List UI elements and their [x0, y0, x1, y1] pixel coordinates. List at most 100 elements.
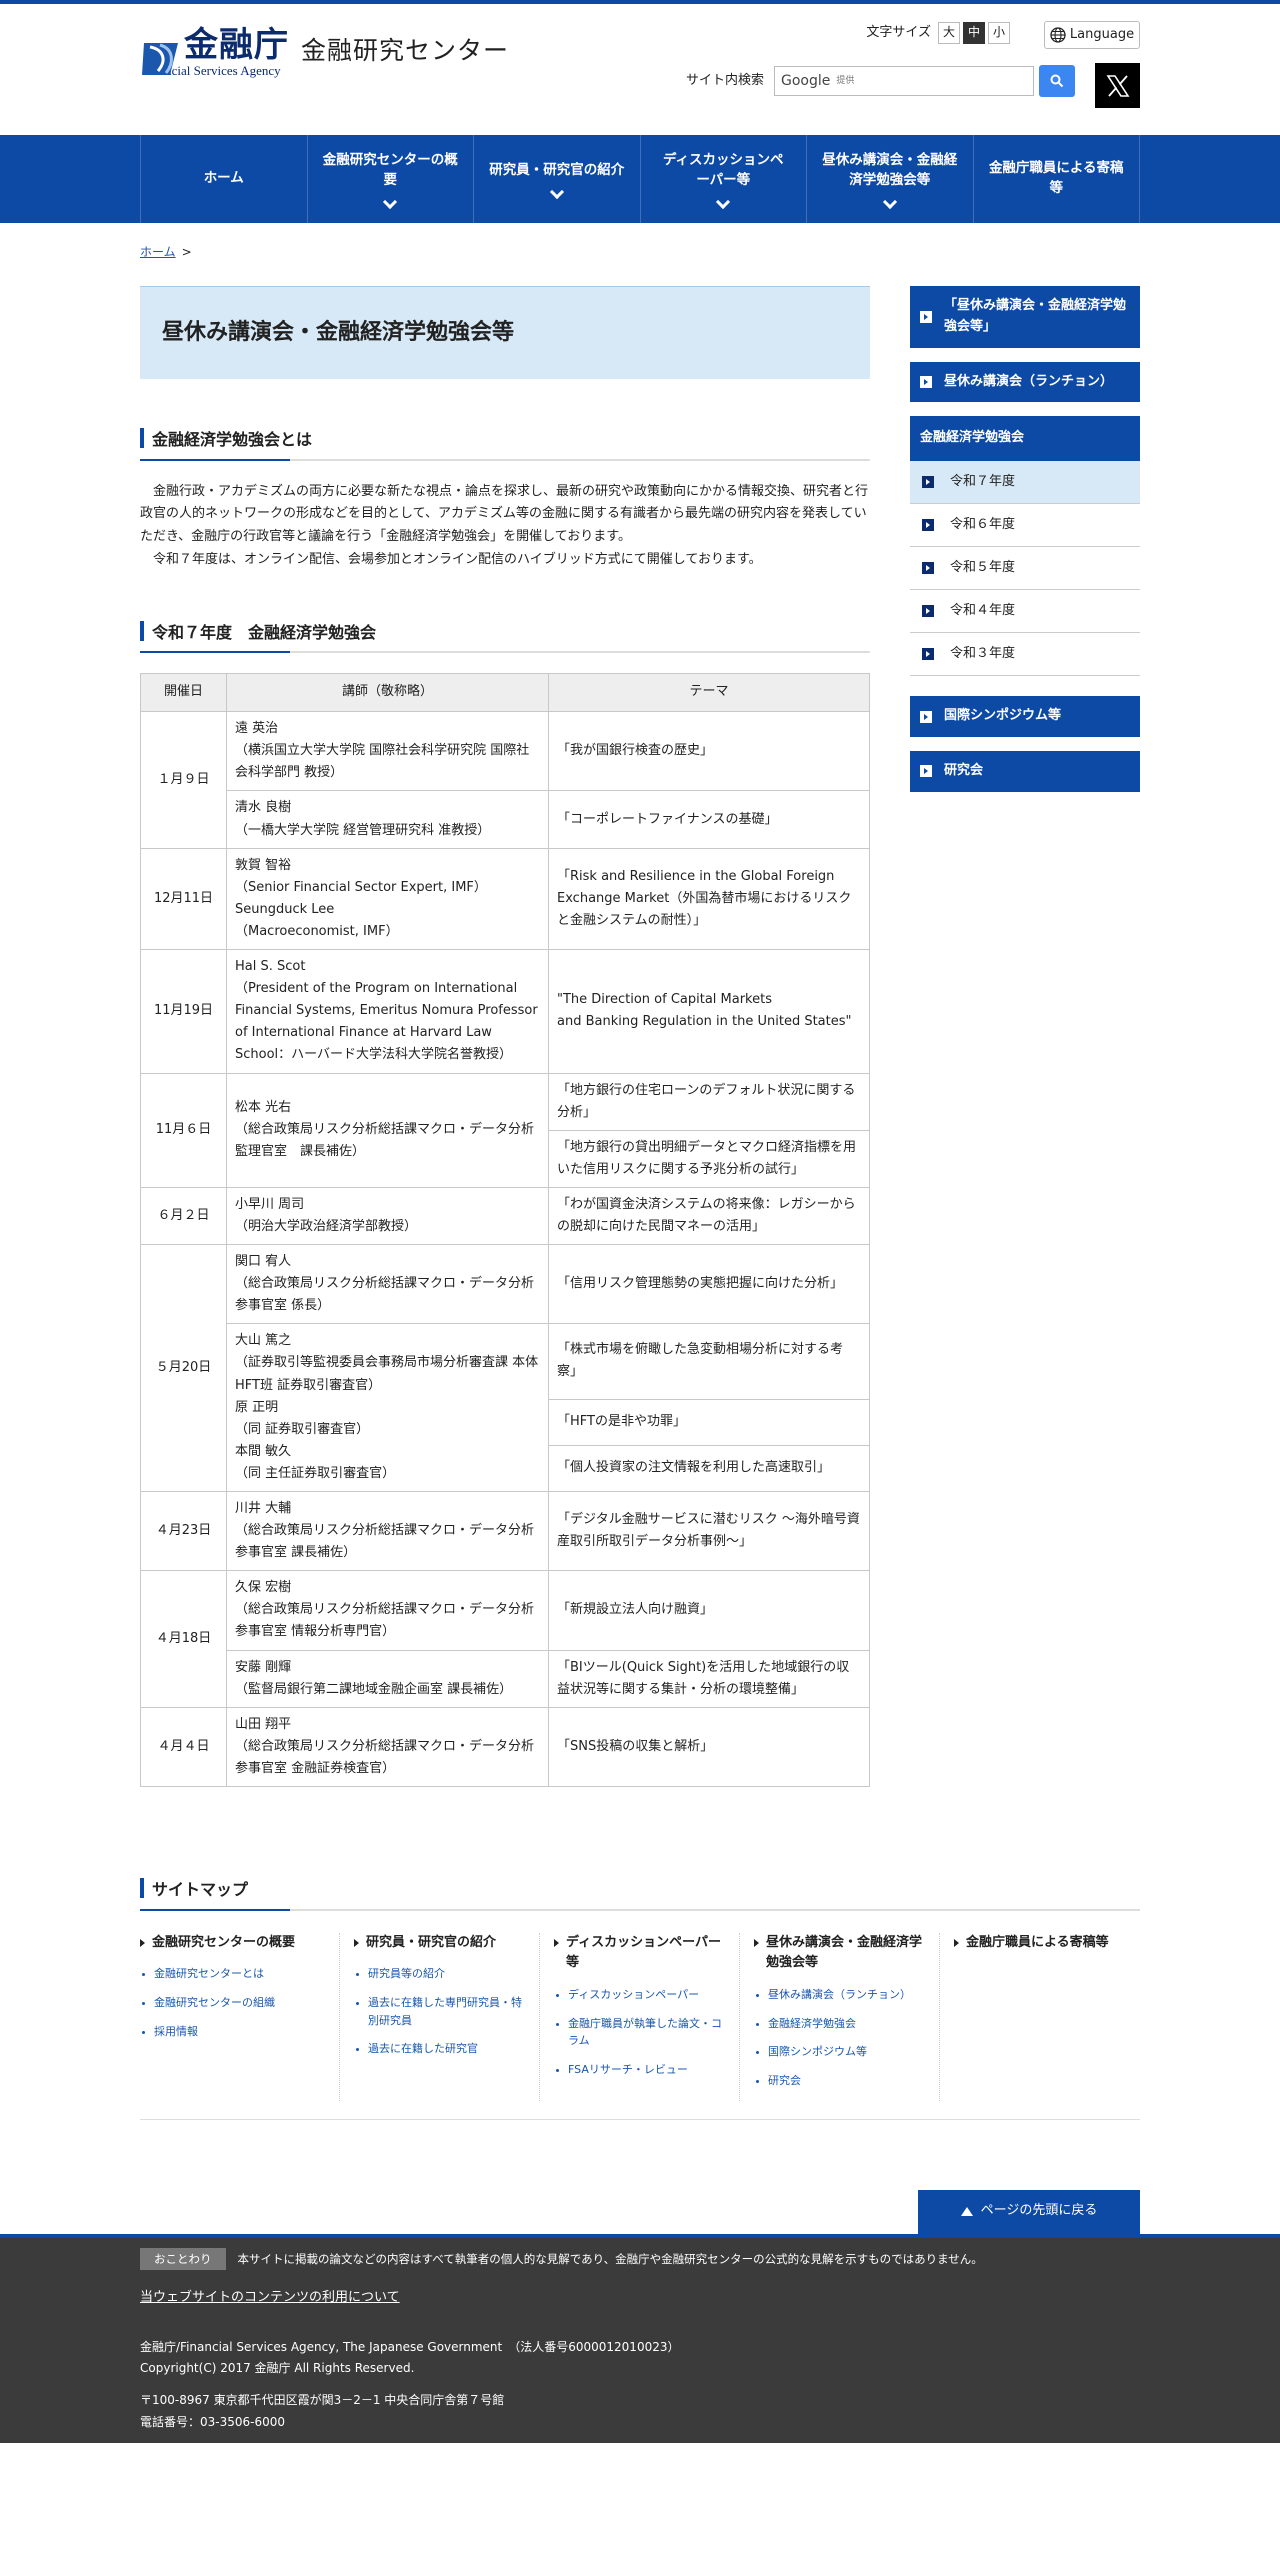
google-brand: Google: [781, 72, 831, 89]
table-row: ６月２日 小早川 周司 （明治大学政治経済学部教授） 「わが国資金決済システムの…: [140, 1186, 870, 1246]
section-heading-about: 金融経済学勉強会とは: [140, 427, 870, 461]
font-size-large-button[interactable]: 大: [938, 22, 960, 44]
sitemap-link-text[interactable]: ディスカッションペーパー: [568, 1988, 699, 2001]
nav-researchers[interactable]: 研究員・研究官の紹介: [474, 135, 641, 223]
page-title: 昼休み講演会・金融経済学勉強会等: [140, 286, 870, 379]
table-row: 11月６日 松本 光右 （総合政策局リスク分析総括課マクロ・データ分析監理官室 …: [140, 1072, 870, 1188]
sitemap-link-text[interactable]: 金融庁職員が執筆した論文・コラム: [568, 2017, 722, 2048]
sitemap-link[interactable]: 過去に在籍した専門研究員・特別研究員: [354, 1994, 529, 2029]
font-size-small-button[interactable]: 小: [988, 22, 1010, 44]
sitemap-link[interactable]: 金融庁職員が執筆した論文・コラム: [554, 2015, 729, 2050]
sitemap-link[interactable]: 過去に在籍した研究官: [354, 2040, 529, 2058]
sidebar-year-r5[interactable]: 令和５年度: [910, 547, 1140, 591]
sitemap-link[interactable]: 金融研究センターとは: [140, 1965, 329, 1983]
sitemap-col-head[interactable]: 研究員・研究官の紹介: [354, 1933, 529, 1954]
sidebar-symposium[interactable]: 国際シンポジウム等: [910, 696, 1140, 737]
sitemap-col-contributions: 金融庁職員による寄稿等: [940, 1933, 1140, 2101]
search-input[interactable]: Google 提供: [774, 66, 1034, 96]
about-paragraph-2: 令和７年度は、オンライン配信、会場参加とオンライン配信のハイブリッド方式にて開催…: [153, 551, 762, 567]
breadcrumb-separator: >: [181, 245, 192, 259]
sitemap-link[interactable]: 昼休み講演会（ランチョン）: [754, 1986, 929, 2004]
site-name: 金融研究センター: [301, 35, 510, 65]
nav-discussion-papers[interactable]: ディスカッションペーパー等: [641, 135, 807, 223]
footer: おことわり 本サイトに掲載の論文などの内容はすべて執筆者の個人的な見解であり、金…: [0, 2233, 1280, 2444]
arrow-up-icon: [960, 2207, 973, 2217]
col-theme: テーマ: [548, 673, 870, 713]
sitemap-link-text[interactable]: 採用情報: [154, 2025, 198, 2038]
sitemap-heading: サイトマップ: [140, 1877, 1140, 1911]
sitemap-link-text[interactable]: 研究員等の紹介: [368, 1967, 445, 1980]
nav-contributions[interactable]: 金融庁職員による寄稿等: [974, 135, 1140, 223]
language-button[interactable]: Language: [1044, 21, 1140, 49]
theme-cell: 「HFTの是非や功罪」: [548, 1398, 870, 1446]
nav-home[interactable]: ホーム: [141, 135, 308, 223]
sitemap-link-text[interactable]: 研究会: [768, 2074, 801, 2087]
chevron-down-icon: [716, 194, 731, 209]
date-cell: １月９日: [140, 711, 227, 849]
search-button[interactable]: [1039, 65, 1075, 97]
sidebar-workshop[interactable]: 研究会: [910, 750, 1140, 792]
sitemap-link-text[interactable]: 金融研究センターの組織: [154, 1996, 275, 2009]
font-size-medium-button[interactable]: 中: [963, 22, 985, 44]
page-top-label: ページの先頭に戻る: [980, 2203, 1098, 2219]
sidebar-luncheon[interactable]: 昼休み講演会（ランチョン）: [910, 361, 1140, 403]
sidebar-year-r4[interactable]: 令和４年度: [910, 590, 1140, 634]
sitemap-col-head[interactable]: 金融庁職員による寄稿等: [954, 1933, 1130, 1954]
sidebar: 「昼休み講演会・金融経済学勉強会等」 昼休み講演会（ランチョン） 金融経済学勉強…: [910, 223, 1140, 1787]
fsa-logo[interactable]: 金融庁 Financial Services Agency 金融研究センター: [140, 28, 509, 79]
x-social-button[interactable]: [1095, 63, 1140, 108]
terms-link[interactable]: 当ウェブサイトのコンテンツの利用について: [140, 2290, 400, 2305]
theme-cell: 「BIツール(Quick Sight)を活用した地域銀行の収益状況等に関する集計…: [548, 1649, 870, 1708]
date-cell: ４月18日: [140, 1570, 227, 1708]
sitemap-link[interactable]: 金融研究センターの組織: [140, 1994, 329, 2012]
sitemap-col-head[interactable]: 昼休み講演会・金融経済学勉強会等: [754, 1933, 929, 1975]
table-row: ５月20日 関口 宥人 （総合政策局リスク分析総括課マクロ・データ分析参事官室 …: [140, 1244, 870, 1492]
sitemap-link[interactable]: 採用情報: [140, 2023, 329, 2041]
sidebar-seminars-top[interactable]: 「昼休み講演会・金融経済学勉強会等」: [910, 286, 1140, 348]
col-date: 開催日: [140, 673, 227, 713]
table-row: 大山 篤之 （証券取引等監視委員会事務局市場分析審査課 本体HFT班 証券取引審…: [141, 1323, 870, 1492]
sidebar-year-label: 令和６年度: [950, 516, 1016, 532]
nav-label: 金融研究センターの概要: [322, 152, 458, 188]
sitemap-link-text[interactable]: 国際シンポジウム等: [768, 2045, 867, 2058]
sitemap-link-text[interactable]: 金融経済学勉強会: [768, 2017, 856, 2030]
breadcrumb: ホーム >: [140, 223, 870, 286]
footer-org: 金融庁/Financial Services Agency, The Japan…: [140, 2339, 680, 2354]
page-top-button[interactable]: ページの先頭に戻る: [918, 2189, 1140, 2234]
sitemap-link-text[interactable]: 昼休み講演会（ランチョン）: [768, 1988, 911, 2001]
sitemap-link[interactable]: 研究会: [754, 2072, 929, 2090]
globe-icon: [1050, 27, 1066, 43]
sidebar-year-r6[interactable]: 令和６年度: [910, 504, 1140, 548]
sitemap-link[interactable]: 国際シンポジウム等: [754, 2043, 929, 2061]
sidebar-year-r3[interactable]: 令和３年度: [910, 633, 1140, 677]
arrow-square-icon: [922, 562, 934, 575]
theme-cell: 「わが国資金決済システムの将来像：レガシーからの脱却に向けた民間マネーの活用」: [548, 1186, 870, 1246]
arrow-square-icon: [922, 519, 934, 532]
chevron-down-icon: [383, 194, 398, 209]
sitemap-col-head[interactable]: 金融研究センターの概要: [140, 1933, 329, 1954]
breadcrumb-home-link[interactable]: ホーム: [140, 245, 176, 259]
lecturer-cell: 安藤 剛輝 （監督局銀行第二課地域金融企画室 課長補佐）: [226, 1649, 549, 1708]
sitemap-link-text[interactable]: 金融研究センターとは: [154, 1967, 264, 1980]
sitemap-col-researchers: 研究員・研究官の紹介 研究員等の紹介 過去に在籍した専門研究員・特別研究員 過去…: [340, 1932, 540, 2101]
table-header-row: 開催日 講師（敬称略） テーマ: [140, 673, 870, 713]
sidebar-year-r7[interactable]: 令和７年度: [910, 461, 1140, 505]
sitemap-link[interactable]: 研究員等の紹介: [354, 1965, 529, 1983]
sitemap-col-seminars: 昼休み講演会・金融経済学勉強会等 昼休み講演会（ランチョン） 金融経済学勉強会 …: [740, 1932, 940, 2101]
sitemap-link-text[interactable]: 過去に在籍した専門研究員・特別研究員: [368, 1996, 522, 2027]
table-row: ４月18日 久保 宏樹 （総合政策局リスク分析総括課マクロ・データ分析参事官室 …: [140, 1570, 870, 1708]
sitemap-link-text[interactable]: 過去に在籍した研究官: [368, 2042, 478, 2055]
nav-seminars[interactable]: 昼休み講演会・金融経済学勉強会等: [807, 135, 974, 223]
sitemap-link[interactable]: FSAリサーチ・レビュー: [554, 2061, 729, 2079]
nav-overview[interactable]: 金融研究センターの概要: [308, 135, 474, 223]
sitemap-col-head[interactable]: ディスカッションペーパー等: [554, 1933, 729, 1975]
sitemap-link-text[interactable]: FSAリサーチ・レビュー: [568, 2063, 688, 2076]
sitemap-link[interactable]: 金融経済学勉強会: [754, 2015, 929, 2033]
arrow-square-icon: [920, 710, 932, 723]
table-row: 12月11日 敦賀 智裕 （Senior Financial Sector Ex…: [140, 847, 870, 951]
sitemap-link[interactable]: ディスカッションペーパー: [554, 1986, 729, 2004]
search-icon: [1050, 74, 1064, 88]
sidebar-group-head[interactable]: 金融経済学勉強会: [910, 416, 1140, 462]
date-cell: ４月23日: [140, 1490, 227, 1572]
fsa-emblem-icon: [140, 39, 182, 79]
